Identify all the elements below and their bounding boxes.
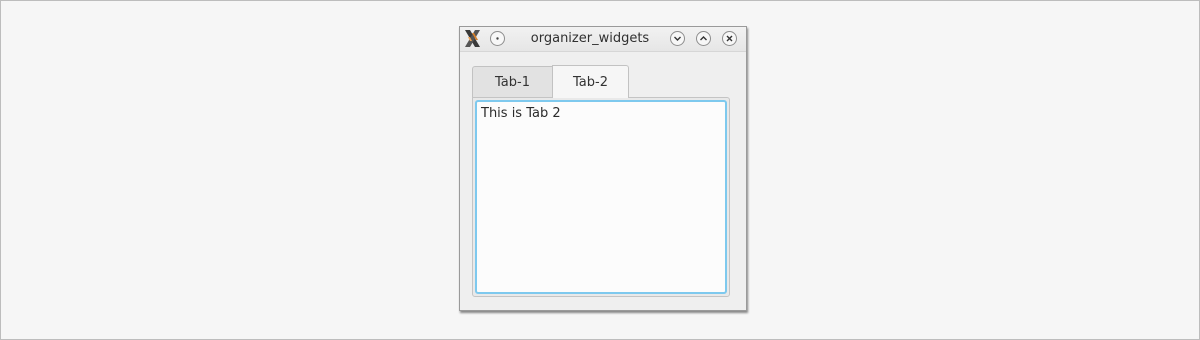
window-title: organizer_widgets bbox=[530, 31, 650, 46]
maximize-button[interactable] bbox=[696, 31, 711, 46]
tab-text-area[interactable]: This is Tab 2 bbox=[475, 100, 727, 294]
close-icon bbox=[725, 34, 734, 43]
title-bar[interactable]: organizer_widgets bbox=[460, 27, 746, 52]
tab-1-label: Tab-1 bbox=[495, 74, 530, 90]
close-button[interactable] bbox=[722, 31, 737, 46]
chevron-down-icon bbox=[673, 34, 682, 43]
tab-1[interactable]: Tab-1 bbox=[472, 66, 553, 97]
window-content: Tab-1 Tab-2 This is Tab 2 bbox=[460, 52, 746, 310]
tab-2[interactable]: Tab-2 bbox=[552, 65, 629, 98]
chevron-up-icon bbox=[699, 34, 708, 43]
tab-pane: This is Tab 2 bbox=[472, 97, 730, 297]
x-logo-icon bbox=[463, 29, 482, 48]
app-window: organizer_widgets Tab-1 Tab-2 This is Ta… bbox=[459, 26, 747, 311]
window-menu-button[interactable] bbox=[490, 31, 505, 46]
menu-dot-icon bbox=[494, 35, 501, 42]
minimize-button[interactable] bbox=[670, 31, 685, 46]
tab-2-label: Tab-2 bbox=[573, 74, 608, 90]
